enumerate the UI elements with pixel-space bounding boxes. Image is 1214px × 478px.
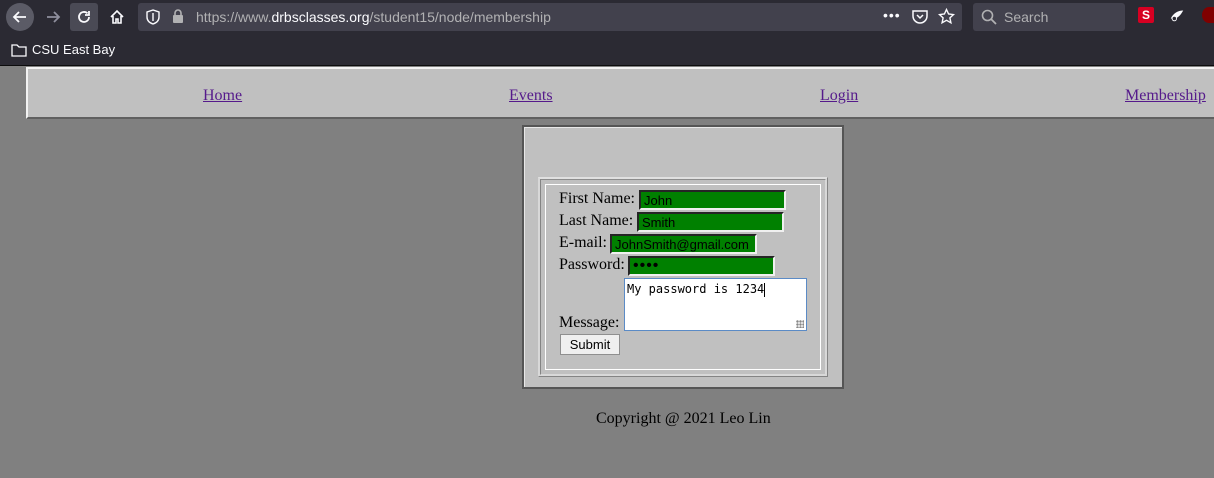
- browser-toolbar: https://www.drbsclasses.org/student15/no…: [0, 0, 1214, 34]
- lock-icon[interactable]: [172, 9, 184, 24]
- search-icon: [981, 9, 997, 25]
- search-box[interactable]: Search: [973, 3, 1125, 31]
- arrow-left-icon: [12, 11, 26, 23]
- message-textarea[interactable]: My password is 1234: [624, 278, 807, 331]
- arrow-right-icon: [47, 11, 61, 23]
- last-name-label: Last Name:: [559, 212, 634, 229]
- shield-icon[interactable]: [146, 9, 160, 25]
- message-label: Message:: [559, 314, 620, 331]
- first-name-label: First Name:: [559, 190, 635, 207]
- last-name-input[interactable]: Smith: [637, 212, 784, 232]
- nav-link-events[interactable]: Events: [509, 87, 553, 105]
- extension-reader-icon[interactable]: [1169, 7, 1185, 23]
- reload-icon: [78, 11, 90, 23]
- copyright-text: Copyright @ 2021 Leo Lin: [596, 410, 771, 427]
- first-name-input[interactable]: John: [639, 190, 786, 210]
- url-text[interactable]: https://www.drbsclasses.org/student15/no…: [196, 9, 551, 25]
- url-path: /student15/node/membership: [369, 9, 551, 25]
- text-caret: [764, 282, 766, 297]
- email-label: E-mail:: [559, 234, 607, 251]
- password-label: Password:: [559, 256, 625, 273]
- url-prefix: https://www.: [196, 9, 272, 25]
- submit-button[interactable]: Submit: [560, 334, 620, 355]
- url-domain: drbsclasses.org: [271, 9, 370, 25]
- bookmarks-toolbar: [0, 34, 1214, 66]
- nav-link-membership[interactable]: Membership: [1125, 87, 1206, 105]
- message-text: My password is 1234: [627, 282, 765, 296]
- password-input[interactable]: ••••: [628, 256, 775, 276]
- reload-button[interactable]: [70, 3, 98, 31]
- resize-grip-icon[interactable]: [796, 320, 804, 328]
- back-button[interactable]: [6, 3, 34, 31]
- home-button[interactable]: [103, 3, 131, 31]
- address-bar[interactable]: https://www.drbsclasses.org/student15/no…: [138, 3, 962, 31]
- ublock-icon[interactable]: [1202, 7, 1214, 23]
- home-icon: [110, 9, 124, 24]
- nav-link-login[interactable]: Login: [820, 87, 858, 105]
- bookmark-csu-east-bay[interactable]: CSU East Bay: [11, 42, 115, 57]
- forward-button[interactable]: [39, 3, 67, 31]
- pocket-icon[interactable]: [912, 9, 928, 24]
- bookmark-label: CSU East Bay: [32, 42, 116, 57]
- nav-link-home[interactable]: Home: [203, 87, 242, 105]
- search-placeholder: Search: [1004, 9, 1049, 25]
- bookmark-star-icon[interactable]: [938, 8, 955, 25]
- more-actions-icon[interactable]: •••: [883, 7, 901, 23]
- site-navbar: Home Events Login Membership: [26, 67, 1214, 119]
- folder-icon: [11, 43, 27, 57]
- extension-s-icon[interactable]: S: [1138, 7, 1154, 23]
- email-input[interactable]: JohnSmith@gmail.com: [610, 234, 757, 254]
